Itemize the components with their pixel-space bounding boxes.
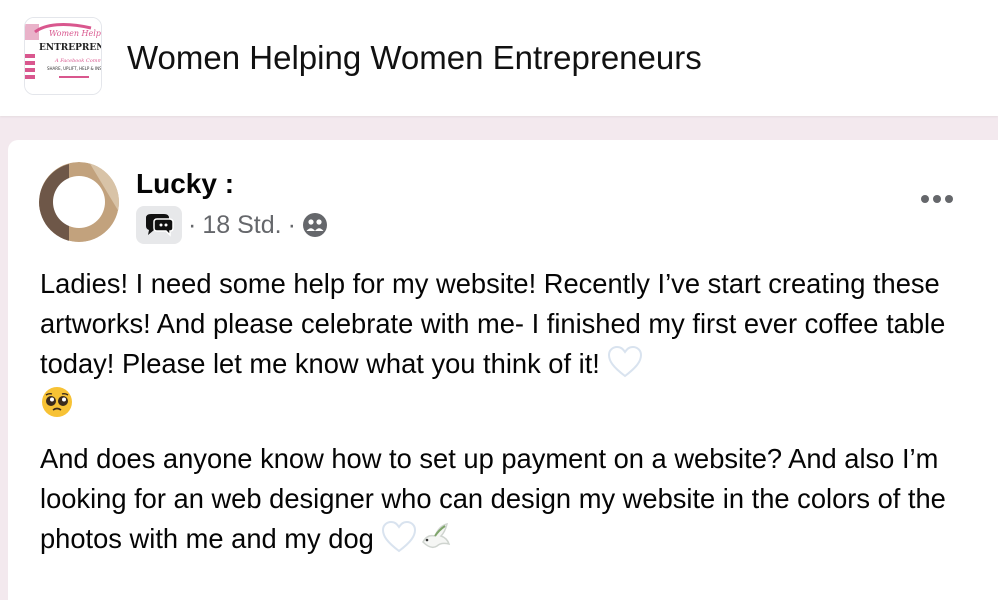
pleading-face-icon [42,387,72,417]
post-card: Lucky : · 18 Std. · Ladies! I need some … [8,140,998,600]
more-options-icon [921,195,953,203]
post-timestamp[interactable]: 18 Std. [202,211,281,240]
author-name[interactable]: Lucky : [136,168,234,200]
white-heart-icon [382,520,417,553]
svg-text:Women Helping: Women Helping [49,29,101,38]
post-meta: · 18 Std. · [136,206,328,244]
paragraph-text: And does anyone know how to set up payme… [40,443,946,554]
group-logo[interactable]: Women Helping ENTREPRENE A Facebook Comm… [24,17,102,95]
post-text: Ladies! I need some help for my website!… [40,264,985,559]
group-title[interactable]: Women Helping Women Entrepreneurs [127,38,702,78]
dove-icon [422,522,451,549]
group-logo-image: Women Helping ENTREPRENE A Facebook Comm… [25,18,101,94]
svg-text:A Facebook Comm.: A Facebook Comm. [54,58,101,64]
svg-text:ENTREPRENE: ENTREPRENE [39,43,101,53]
audience-icon[interactable] [302,212,328,238]
post-paragraph: Ladies! I need some help for my website!… [40,264,985,424]
meta-separator: · [287,210,296,239]
svg-text:SHARE, UPLIFT, HELP & INSPIRE: SHARE, UPLIFT, HELP & INSPIRE [47,66,101,71]
meta-separator: · [188,210,197,239]
paragraph-text: Ladies! I need some help for my website!… [40,268,946,379]
group-header: Women Helping ENTREPRENE A Facebook Comm… [0,0,998,116]
white-heart-icon [608,345,643,378]
post-paragraph: And does anyone know how to set up payme… [40,439,985,559]
group-members-icon[interactable] [136,206,182,244]
avatar-image [39,162,119,242]
more-options-button[interactable] [914,184,960,214]
author-avatar[interactable] [39,162,119,242]
